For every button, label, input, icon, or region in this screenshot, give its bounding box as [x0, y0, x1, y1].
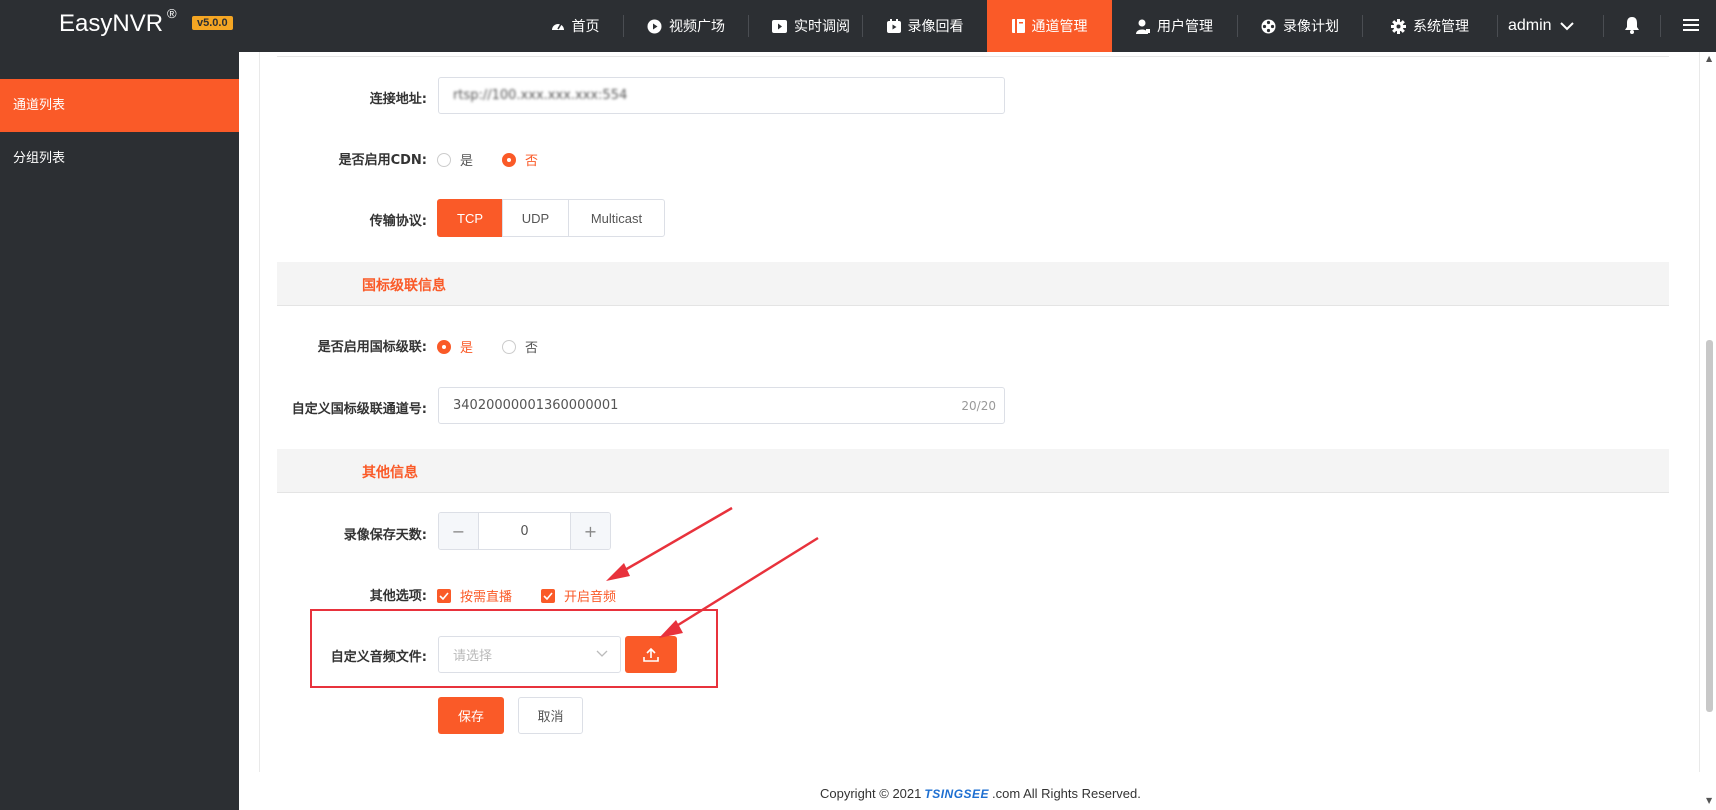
scroll-down-icon[interactable]: ▼ — [1706, 796, 1712, 805]
scroll-up-icon[interactable]: ▲ — [1706, 54, 1712, 63]
footer: Copyright © 2021 TSINGSEE .com All Right… — [820, 786, 1141, 801]
footer-brand-logo: TSINGSEE — [924, 786, 990, 801]
scrollbar[interactable]: ▲ ▼ — [1704, 52, 1716, 810]
footer-rights: .com All Rights Reserved. — [992, 786, 1141, 801]
footer-copyright: Copyright © 2021 — [820, 786, 922, 801]
scrollbar-thumb[interactable] — [1706, 340, 1713, 712]
annotation-arrows — [606, 506, 819, 638]
